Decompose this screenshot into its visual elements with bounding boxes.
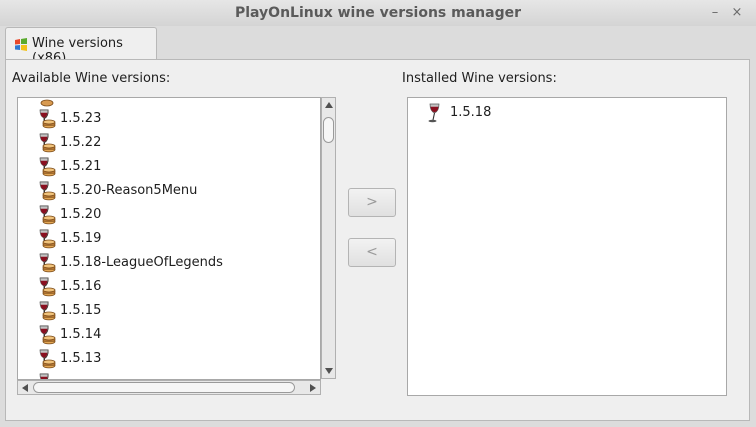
list-item-wine-version[interactable]: 1.5.23 bbox=[18, 107, 320, 131]
scroll-down-arrow-icon[interactable] bbox=[325, 368, 333, 374]
list-item-label: 1.5.23 bbox=[60, 111, 102, 126]
wine-glass-icon bbox=[39, 349, 56, 369]
minimize-button[interactable]: – bbox=[706, 4, 724, 22]
list-item-label: 1.5.20-Reason5Menu bbox=[60, 183, 198, 198]
list-item-wine-version[interactable]: 1.5.16 bbox=[18, 275, 320, 299]
scrollbar-corner bbox=[321, 380, 336, 395]
window-title: PlayOnLinux wine versions manager bbox=[234, 5, 521, 21]
wine-glass-icon bbox=[39, 133, 56, 153]
list-item-wine-version[interactable]: 1.5.22 bbox=[18, 131, 320, 155]
wine-glass-icon bbox=[39, 157, 56, 177]
list-item-wine-version[interactable]: 1.5.20-Reason5Menu bbox=[18, 179, 320, 203]
list-item-wine-version[interactable]: 1.5.14 bbox=[18, 323, 320, 347]
wine-glass-icon bbox=[39, 181, 56, 201]
wine-glass-icon bbox=[39, 205, 56, 225]
list-item-label: 1.5.21 bbox=[60, 159, 102, 174]
installed-versions-label: Installed Wine versions: bbox=[402, 71, 557, 86]
wine-glass-icon bbox=[39, 301, 56, 321]
list-item-label: 1.5.13 bbox=[60, 351, 102, 366]
wine-glass-icon bbox=[39, 253, 56, 273]
horizontal-scroll-thumb[interactable] bbox=[33, 382, 295, 393]
list-item-label: 1.5.15 bbox=[60, 303, 102, 318]
wine-glass-icon bbox=[39, 277, 56, 297]
installed-versions-list[interactable]: 1.5.18 bbox=[407, 97, 727, 396]
tab-wine-versions-x86[interactable]: Wine versions (x86) bbox=[5, 27, 157, 66]
list-item-wine-version[interactable]: 1.5.15 bbox=[18, 299, 320, 323]
list-item-label: 1.5.18-LeagueOfLegends bbox=[60, 255, 223, 270]
list-item-label: 1.5.19 bbox=[60, 231, 102, 246]
scroll-up-arrow-icon[interactable] bbox=[325, 102, 333, 108]
list-item-label: 1.5.20 bbox=[60, 207, 102, 222]
list-item-wine-version[interactable]: 1.5.21 bbox=[18, 155, 320, 179]
wine-glass-icon bbox=[428, 103, 440, 123]
list-item-label: 1.5.22 bbox=[60, 135, 102, 150]
installed-list-item[interactable]: 1.5.18 bbox=[408, 101, 726, 125]
windows-flag-icon bbox=[15, 38, 27, 51]
list-item-wine-version[interactable]: 1.5.19 bbox=[18, 227, 320, 251]
wine-glass-icon bbox=[39, 325, 56, 345]
wine-glass-icon bbox=[39, 373, 49, 379]
list-item-wine-version[interactable]: 1.5.18-LeagueOfLegends bbox=[18, 251, 320, 275]
installed-list-item-label: 1.5.18 bbox=[450, 105, 492, 120]
list-item-label: 1.5.14 bbox=[60, 327, 102, 342]
remove-version-button[interactable]: < bbox=[348, 238, 396, 267]
list-item-partial-bottom[interactable] bbox=[18, 371, 320, 379]
available-list-horizontal-scrollbar[interactable] bbox=[17, 380, 321, 395]
scroll-right-arrow-icon[interactable] bbox=[310, 384, 316, 392]
list-item-label: 1.5.16 bbox=[60, 279, 102, 294]
available-versions-list[interactable]: 1.5.23 1.5.22 1.5.21 1.5.20-Reason5Menu … bbox=[17, 97, 321, 380]
install-version-button[interactable]: > bbox=[348, 188, 396, 217]
vertical-scroll-thumb[interactable] bbox=[323, 117, 334, 143]
close-button[interactable]: × bbox=[728, 4, 746, 22]
title-bar: PlayOnLinux wine versions manager – × bbox=[0, 0, 756, 26]
tab-bar: Wine versions (x86) bbox=[0, 26, 756, 66]
list-item-wine-version[interactable]: 1.5.13 bbox=[18, 347, 320, 371]
wine-glass-icon bbox=[39, 229, 56, 249]
list-item-wine-version[interactable]: 1.5.20 bbox=[18, 203, 320, 227]
scroll-left-arrow-icon[interactable] bbox=[22, 384, 28, 392]
available-list-vertical-scrollbar[interactable] bbox=[321, 97, 336, 379]
wine-glass-icon bbox=[39, 109, 56, 129]
available-versions-label: Available Wine versions: bbox=[12, 71, 171, 86]
